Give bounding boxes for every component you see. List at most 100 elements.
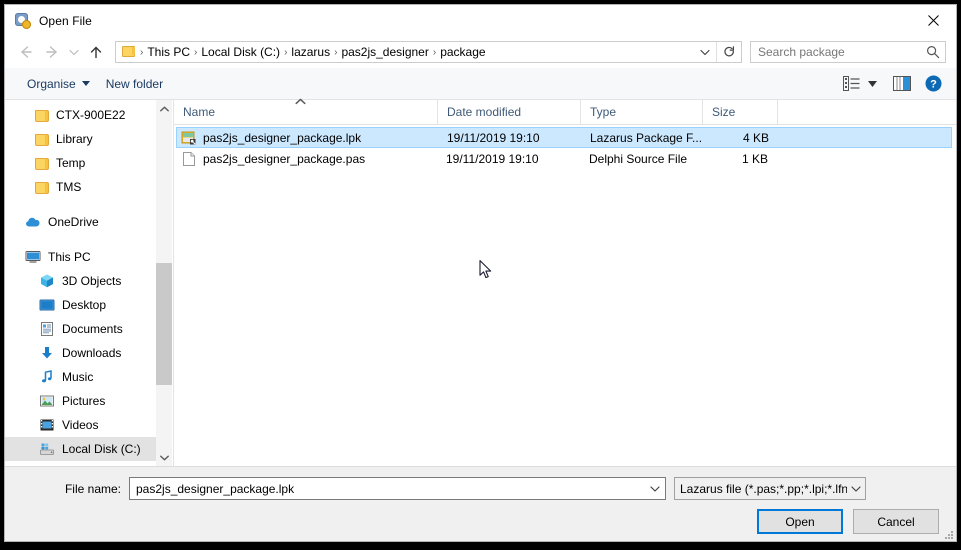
sidebar-item-label: Downloads <box>62 346 122 360</box>
column-header-size[interactable]: Size <box>703 100 778 124</box>
table-row[interactable]: pas2js_designer_package.lpk 19/11/2019 1… <box>176 127 952 148</box>
new-folder-button[interactable]: New folder <box>98 72 171 96</box>
sidebar-item-tms[interactable]: TMS <box>5 175 156 199</box>
title-bar: Open File <box>5 5 956 36</box>
filename-label: File name: <box>64 481 121 496</box>
package-file-icon <box>181 130 197 146</box>
recent-locations-button[interactable] <box>65 40 83 64</box>
view-options-caret[interactable] <box>864 72 885 96</box>
sidebar-item-desktop[interactable]: Desktop <box>5 293 156 317</box>
resize-grip-icon[interactable] <box>941 527 953 539</box>
forward-button[interactable] <box>39 40 65 64</box>
folder-icon <box>35 181 49 194</box>
filename-combobox[interactable] <box>129 477 666 500</box>
column-header-type[interactable]: Type <box>581 100 703 124</box>
address-bar[interactable]: › This PC › Local Disk (C:) › lazarus › … <box>115 41 742 63</box>
sidebar-item-label: Desktop <box>62 298 107 312</box>
breadcrumb: › This PC › Local Disk (C:) › lazarus › … <box>139 45 489 59</box>
arrow-up-icon <box>90 46 102 58</box>
sidebar-item-pictures[interactable]: Pictures <box>5 389 156 413</box>
search-box[interactable] <box>750 41 946 63</box>
sidebar-item-label: Music <box>62 370 94 384</box>
change-view-button[interactable] <box>839 72 864 96</box>
file-name-cell: pas2js_designer_package.lpk <box>177 130 440 146</box>
column-header-size-label: Size <box>712 105 736 119</box>
sidebar-item-this-pc[interactable]: This PC <box>5 245 156 269</box>
window-title: Open File <box>39 13 92 28</box>
sidebar-item-onedrive[interactable]: OneDrive <box>5 210 156 234</box>
column-header-name[interactable]: Name <box>174 98 438 124</box>
lazarus-package-icon <box>15 12 31 29</box>
search-input[interactable] <box>751 45 921 59</box>
breadcrumb-item-lazarus[interactable]: lazarus <box>288 45 333 59</box>
file-list-pane: Name Date modified Type Size pas2js_desi… <box>174 98 956 466</box>
file-name-cell: pas2js_designer_package.pas <box>176 151 439 167</box>
filetype-label: Lazarus file (*.pas;*.pp;*.lpi;*.lfn <box>680 481 847 496</box>
column-header-date-label: Date modified <box>447 105 522 119</box>
chevron-down-icon <box>700 49 710 55</box>
back-button[interactable] <box>13 40 39 64</box>
sidebar-item-ctx-900e22[interactable]: CTX-900E22 <box>5 103 156 127</box>
file-size-cell: 1 KB <box>741 151 768 166</box>
search-icon <box>926 45 940 59</box>
arrow-right-icon <box>46 46 57 58</box>
filetype-dropdown-button[interactable] <box>847 485 865 492</box>
scroll-up-button[interactable] <box>156 100 172 117</box>
sidebar-item-library[interactable]: Library <box>5 127 156 151</box>
open-file-dialog: Open File › This PC › Local Disk (C:) › … <box>4 4 957 542</box>
address-dropdown-button[interactable] <box>694 42 716 62</box>
organise-menu-button[interactable]: Organise <box>19 72 98 96</box>
sidebar-item-videos[interactable]: Videos <box>5 413 156 437</box>
column-header-type-label: Type <box>590 105 617 119</box>
sidebar-item-documents[interactable]: Documents <box>5 317 156 341</box>
filename-dropdown-button[interactable] <box>645 478 665 499</box>
sidebar-item-label: Temp <box>56 156 86 170</box>
sidebar-item-local-disk-c[interactable]: Local Disk (C:) <box>5 437 156 461</box>
close-button[interactable] <box>910 5 956 36</box>
breadcrumb-item-this-pc[interactable]: This PC <box>144 45 193 59</box>
filename-input[interactable] <box>130 481 645 496</box>
sidebar-item-label: CTX-900E22 <box>56 108 126 122</box>
file-name-label: pas2js_designer_package.pas <box>203 151 366 166</box>
column-header-row: Name Date modified Type Size <box>174 98 956 125</box>
up-one-level-button[interactable] <box>83 40 109 64</box>
refresh-icon <box>723 45 734 56</box>
help-icon: ? <box>925 75 942 92</box>
documents-icon <box>39 321 55 337</box>
file-date-cell: 19/11/2019 19:10 <box>447 130 540 145</box>
refresh-button[interactable] <box>716 42 741 62</box>
chevron-down-icon <box>69 49 79 55</box>
folder-icon <box>121 45 137 59</box>
sidebar-item-label: Local Disk (C:) <box>62 442 141 456</box>
breadcrumb-item-pas2js-designer[interactable]: pas2js_designer <box>338 45 431 59</box>
cancel-button[interactable]: Cancel <box>853 509 939 534</box>
search-button[interactable] <box>921 45 945 59</box>
scrollbar-thumb[interactable] <box>156 263 172 385</box>
open-button[interactable]: Open <box>757 509 843 534</box>
chevron-down-icon <box>650 485 660 492</box>
breadcrumb-item-package[interactable]: package <box>437 45 488 59</box>
column-header-date-modified[interactable]: Date modified <box>438 100 581 124</box>
dialog-button-row: Open Cancel <box>5 500 956 534</box>
sidebar-item-music[interactable]: Music <box>5 365 156 389</box>
sidebar-scrollbar[interactable] <box>156 100 172 466</box>
sidebar-item-temp[interactable]: Temp <box>5 151 156 175</box>
filetype-combobox[interactable]: Lazarus file (*.pas;*.pp;*.lpi;*.lfn <box>674 477 866 500</box>
folder-icon <box>35 109 49 122</box>
help-button[interactable]: ? <box>919 72 948 96</box>
sidebar-tree: CTX-900E22 Library Temp TMS OneDrive Thi… <box>5 100 156 461</box>
sidebar-item-label: Library <box>56 132 93 146</box>
breadcrumb-item-local-disk[interactable]: Local Disk (C:) <box>198 45 283 59</box>
sidebar-item-downloads[interactable]: Downloads <box>5 341 156 365</box>
scroll-down-button[interactable] <box>156 449 172 466</box>
sidebar-item-label: OneDrive <box>48 215 99 229</box>
preview-pane-button[interactable] <box>885 72 919 96</box>
sidebar-item-3d-objects[interactable]: 3D Objects <box>5 269 156 293</box>
sidebar-item-label: 3D Objects <box>62 274 122 288</box>
sort-ascending-icon <box>294 98 306 106</box>
table-row[interactable]: pas2js_designer_package.pas 19/11/2019 1… <box>176 148 952 169</box>
caret-down-icon <box>81 81 90 86</box>
sidebar-item-label: Pictures <box>62 394 106 408</box>
desktop-icon <box>39 297 55 313</box>
